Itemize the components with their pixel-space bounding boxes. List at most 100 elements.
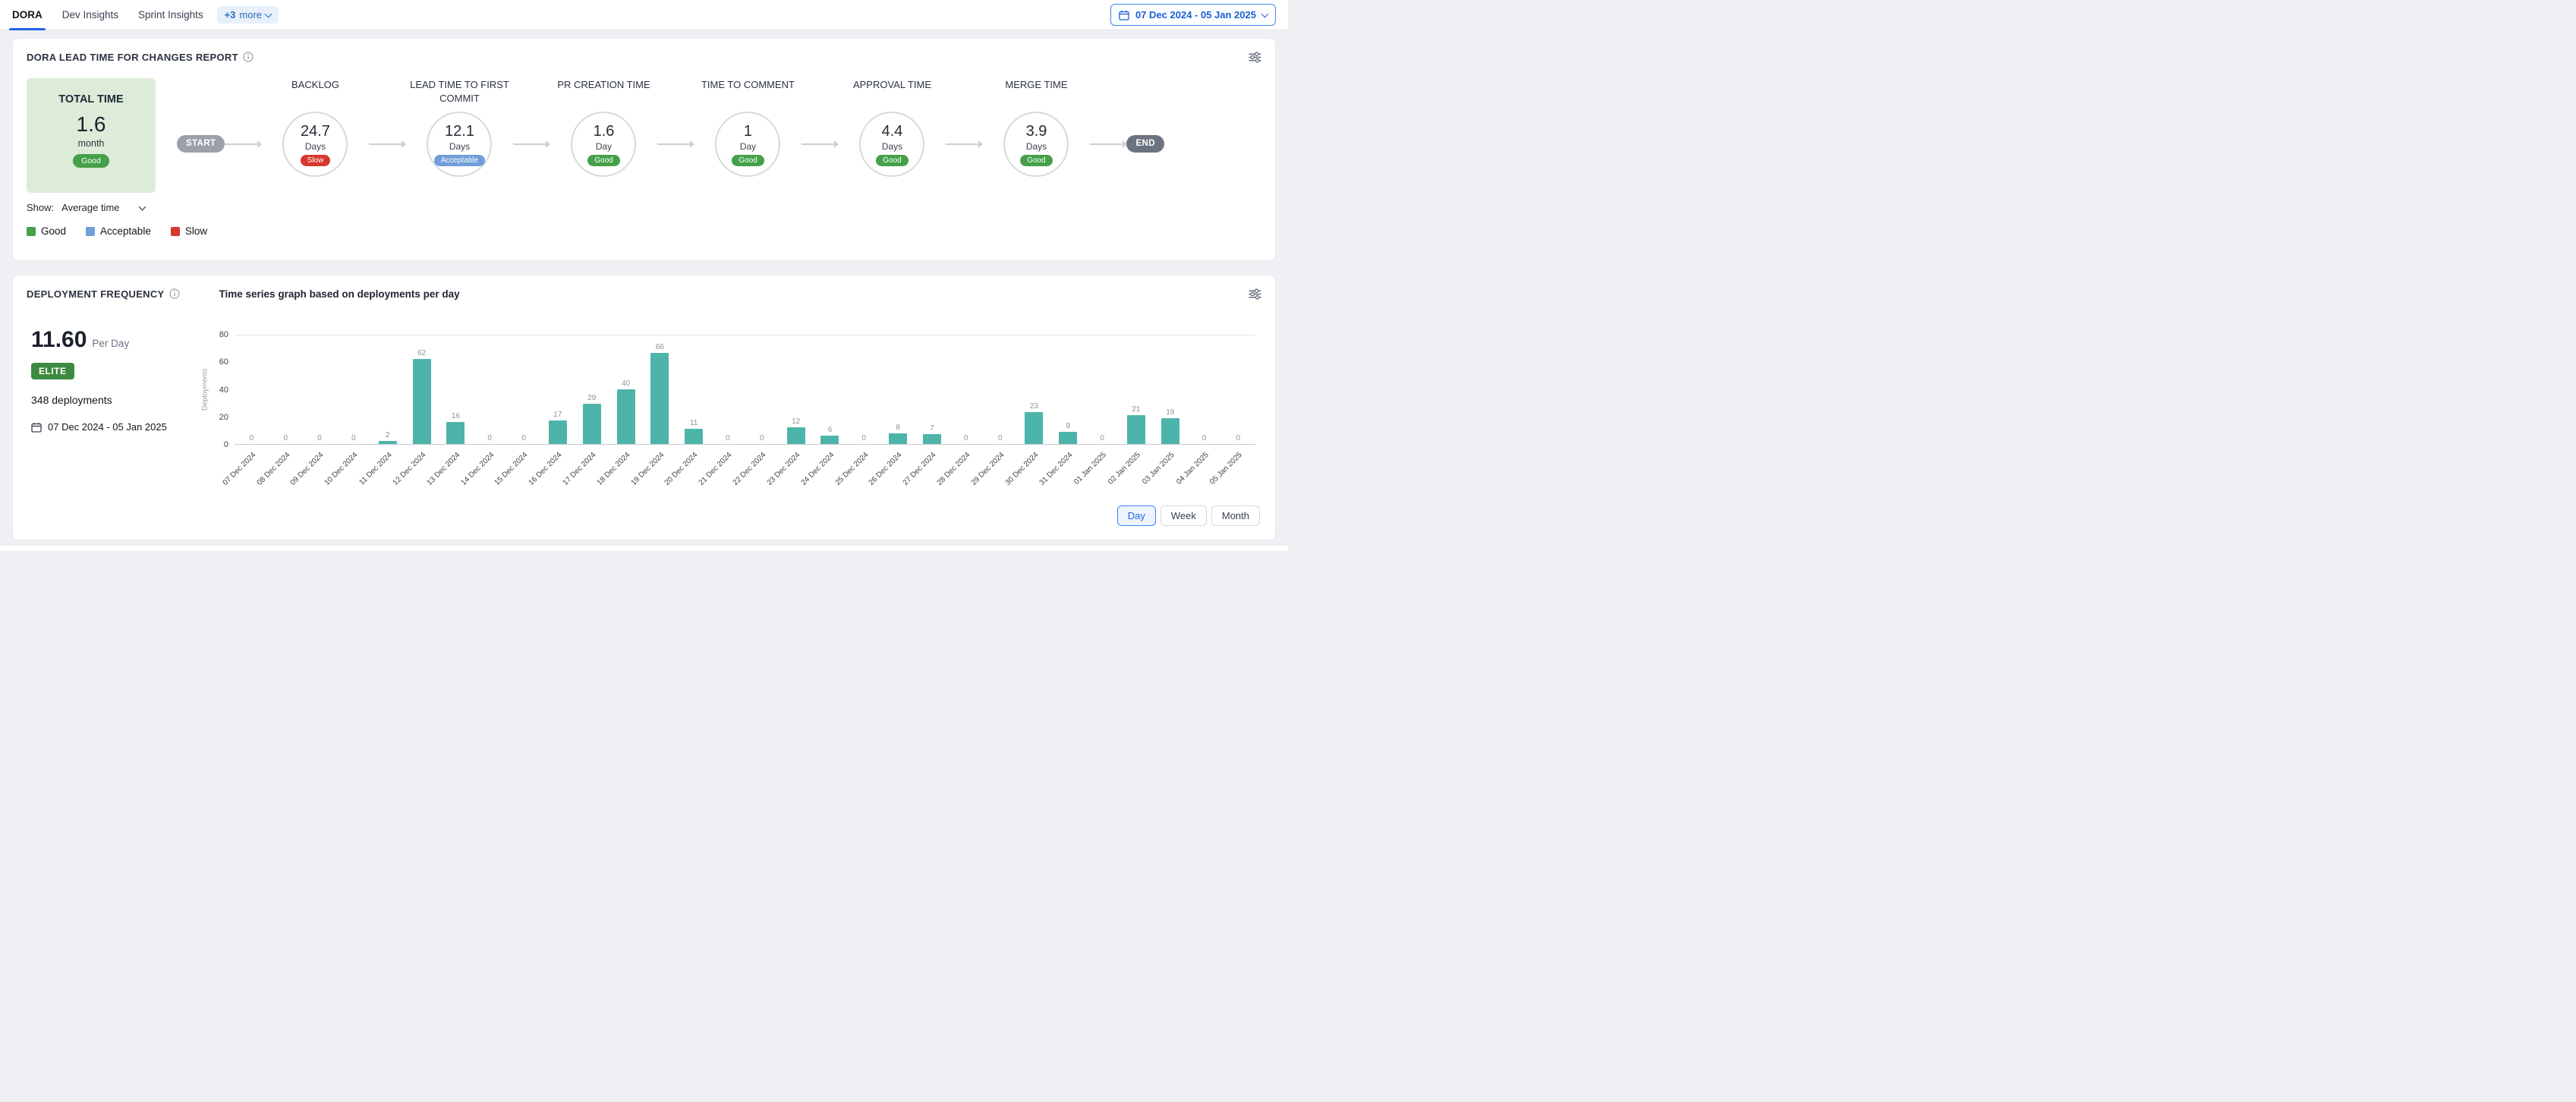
bar-slot: 16 bbox=[439, 335, 473, 444]
tab-bar: DORA Dev Insights Sprint Insights bbox=[12, 0, 203, 30]
bar[interactable] bbox=[650, 353, 669, 444]
bar[interactable] bbox=[820, 436, 839, 444]
stage-lead-time-to-first-commit: LEAD TIME TO FIRST COMMIT12.1DaysAccepta… bbox=[405, 78, 513, 177]
legend-swatch bbox=[86, 227, 95, 236]
flow-arrow bbox=[225, 143, 261, 145]
granularity-week[interactable]: Week bbox=[1160, 505, 1207, 526]
bar-slot: 11 bbox=[677, 335, 711, 444]
total-time-panel: TOTAL TIME 1.6 month Good bbox=[27, 78, 156, 193]
stage-circle[interactable]: 1.6DayGood bbox=[571, 112, 636, 177]
top-tab-bar: DORADev InsightsSprint Insights +3 more … bbox=[0, 0, 1288, 30]
total-time-value: 1.6 bbox=[27, 112, 156, 137]
bar-slot: 62 bbox=[405, 335, 439, 444]
date-range-picker[interactable]: 07 Dec 2024 - 05 Jan 2025 bbox=[1110, 4, 1276, 26]
y-axis-ticks: 020406080 bbox=[210, 335, 235, 445]
end-pill: END bbox=[1126, 135, 1164, 153]
stage-label: MERGE TIME bbox=[1002, 78, 1070, 112]
bar-slot: 66 bbox=[643, 335, 677, 444]
tab-dora[interactable]: DORA bbox=[12, 0, 43, 30]
flow-arrow bbox=[801, 143, 838, 145]
deployments-bar-chart: Deployments 020406080 000026216001729406… bbox=[200, 335, 1261, 504]
bar-slot: 9 bbox=[1051, 335, 1085, 444]
granularity-toggle: DayWeekMonth bbox=[27, 505, 1260, 526]
legend-swatch bbox=[27, 227, 36, 236]
lead-time-card-header: DORA LEAD TIME FOR CHANGES REPORT bbox=[27, 49, 1261, 65]
bar[interactable] bbox=[413, 359, 431, 444]
bar[interactable] bbox=[1025, 412, 1043, 444]
chart-settings-icon[interactable] bbox=[1249, 51, 1261, 64]
bar-value-label: 2 bbox=[386, 431, 390, 439]
bar-slot: 0 bbox=[507, 335, 541, 444]
bar[interactable] bbox=[379, 441, 397, 444]
lead-time-flow-row: TOTAL TIME 1.6 month Good STARTBACKLOG24… bbox=[27, 78, 1261, 193]
bar-value-label: 0 bbox=[726, 434, 730, 442]
bar[interactable] bbox=[787, 427, 805, 444]
bar-slot: 6 bbox=[813, 335, 847, 444]
bar-value-label: 0 bbox=[521, 434, 526, 442]
more-tabs-button[interactable]: +3 more bbox=[217, 6, 279, 24]
show-row: Show: Average time bbox=[27, 202, 1261, 213]
show-metric-dropdown[interactable]: Average time bbox=[61, 202, 144, 213]
plot-column: 0000262160017294066110012608700239021190… bbox=[235, 335, 1261, 504]
bar-value-label: 16 bbox=[452, 412, 460, 420]
bar-value-label: 12 bbox=[792, 417, 800, 426]
stage-circle[interactable]: 3.9DaysGood bbox=[1003, 112, 1069, 177]
bar-value-label: 7 bbox=[930, 424, 934, 433]
bar[interactable] bbox=[446, 422, 464, 444]
bar-value-label: 0 bbox=[1236, 434, 1241, 442]
bar-value-label: 40 bbox=[622, 379, 630, 388]
x-tick-label: 07 Dec 2024 bbox=[221, 451, 257, 487]
calendar-icon bbox=[31, 422, 42, 433]
stage-circle[interactable]: 4.4DaysGood bbox=[859, 112, 924, 177]
date-range-text: 07 Dec 2024 - 05 Jan 2025 bbox=[1135, 9, 1256, 20]
granularity-day[interactable]: Day bbox=[1117, 505, 1156, 526]
bar-slot: 23 bbox=[1017, 335, 1051, 444]
granularity-month[interactable]: Month bbox=[1211, 505, 1260, 526]
bar-value-label: 11 bbox=[690, 419, 698, 427]
legend-label: Acceptable bbox=[100, 225, 151, 237]
bar[interactable] bbox=[889, 433, 907, 445]
stage-unit: Days bbox=[1026, 141, 1047, 152]
bar[interactable] bbox=[1127, 415, 1145, 444]
bar-value-label: 0 bbox=[283, 434, 288, 442]
bar-value-label: 62 bbox=[417, 349, 426, 357]
bar-value-label: 0 bbox=[1100, 434, 1104, 442]
stage-circle[interactable]: 24.7DaysSlow bbox=[282, 112, 348, 177]
stage-backlog: BACKLOG24.7DaysSlow bbox=[261, 78, 369, 177]
stage-merge-time: MERGE TIME3.9DaysGood bbox=[982, 78, 1090, 177]
footer-strip bbox=[0, 546, 1288, 551]
bar[interactable] bbox=[1161, 418, 1179, 444]
legend-item-slow: Slow bbox=[171, 225, 207, 237]
info-icon[interactable] bbox=[243, 52, 254, 62]
bar-value-label: 0 bbox=[351, 434, 356, 442]
stage-circle[interactable]: 1DayGood bbox=[715, 112, 780, 177]
bar[interactable] bbox=[923, 434, 941, 444]
bar-slot: 0 bbox=[1187, 335, 1221, 444]
bar-slot: 21 bbox=[1120, 335, 1154, 444]
bar-value-label: 0 bbox=[998, 434, 1003, 442]
stage-status-badge: Acceptable bbox=[434, 155, 485, 166]
stage-value: 3.9 bbox=[1026, 123, 1047, 140]
stage-unit: Days bbox=[449, 141, 470, 152]
stage-circle[interactable]: 12.1DaysAcceptable bbox=[427, 112, 492, 177]
calendar-icon bbox=[1119, 10, 1129, 20]
deployment-card-body: 11.60 Per Day ELITE 348 deployments 07 D… bbox=[27, 307, 1261, 504]
info-icon[interactable] bbox=[169, 288, 180, 299]
bar[interactable] bbox=[549, 420, 567, 444]
bar[interactable] bbox=[617, 389, 635, 445]
tab-sprint-insights[interactable]: Sprint Insights bbox=[138, 0, 203, 30]
bar[interactable] bbox=[1059, 432, 1077, 444]
stage-value: 24.7 bbox=[301, 123, 330, 140]
lead-time-card-title: DORA LEAD TIME FOR CHANGES REPORT bbox=[27, 52, 238, 63]
stage-value: 4.4 bbox=[882, 123, 903, 140]
bar-value-label: 0 bbox=[760, 434, 764, 442]
flow-arrow bbox=[513, 143, 550, 145]
tab-dev-insights[interactable]: Dev Insights bbox=[62, 0, 118, 30]
chart-settings-icon[interactable] bbox=[1249, 288, 1261, 301]
bar[interactable] bbox=[583, 404, 601, 444]
bar-slot: 0 bbox=[303, 335, 337, 444]
bar[interactable] bbox=[685, 429, 703, 444]
bar-value-label: 19 bbox=[1166, 408, 1174, 417]
stage-label: LEAD TIME TO FIRST COMMIT bbox=[405, 78, 513, 112]
bar-value-label: 8 bbox=[896, 423, 900, 432]
